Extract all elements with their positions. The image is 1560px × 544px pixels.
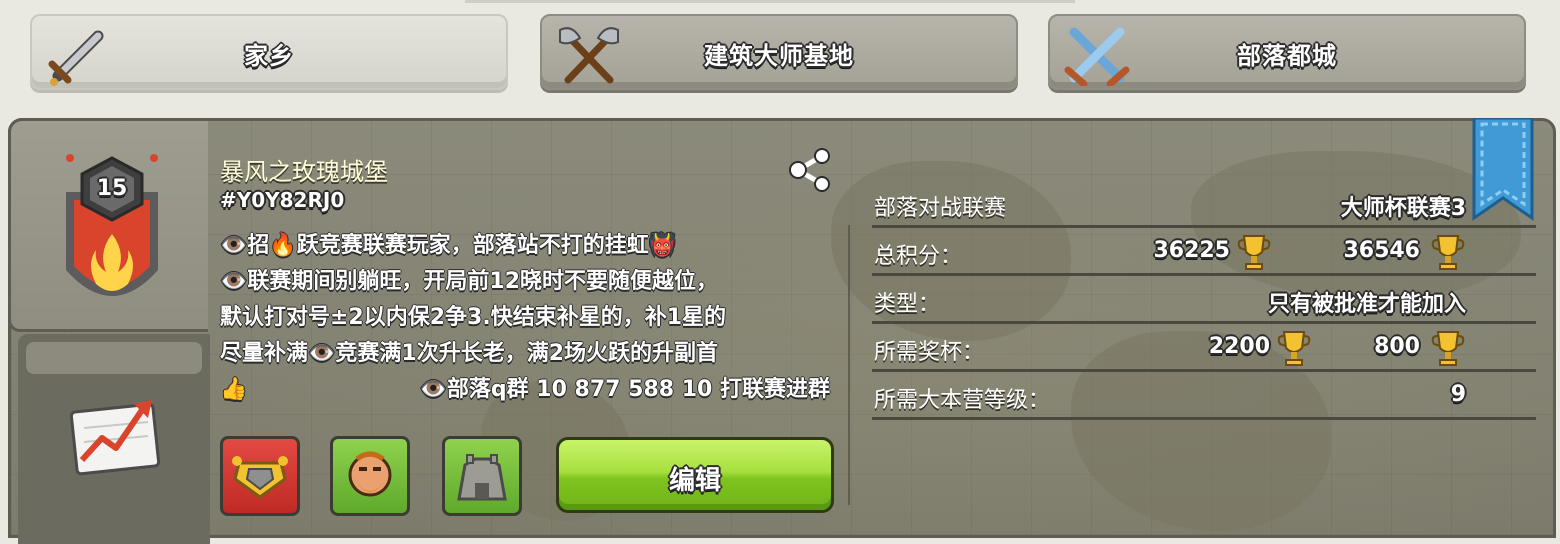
- clan-name: 暴风之玫瑰城堡: [220, 158, 388, 186]
- description-line: 👁️联赛期间别躺旺，开局前12晓时不要随便越位，: [220, 269, 719, 294]
- bookmark-icon[interactable]: [1470, 118, 1536, 222]
- info-row-required-townhall: 所需大本营等级： 9: [872, 372, 1536, 420]
- tab-label: 家乡: [244, 42, 294, 70]
- description-line: 👁️部落q群 10 877 588 10 打联赛进群: [419, 377, 830, 402]
- required-trophies-builder: 800: [1374, 334, 1420, 359]
- progress-chart-icon: [69, 400, 161, 476]
- share-icon[interactable]: [786, 148, 834, 192]
- fortress-icon: [457, 454, 507, 501]
- type-value: 只有被批准才能加入: [1267, 292, 1466, 317]
- tab-label: 部落都城: [1237, 42, 1337, 70]
- tab-label: 建筑大师基地: [704, 42, 854, 70]
- points-builder: 36546: [1343, 238, 1420, 263]
- side-strip: [26, 342, 202, 374]
- edit-button-label: 编辑: [668, 466, 721, 496]
- description-line: 默认打对号±2以内保2争3.快结束补星的，补1星的: [220, 305, 727, 330]
- info-row-type: 类型： 只有被批准才能加入: [872, 276, 1536, 324]
- clan-level: 15: [96, 176, 128, 201]
- required-trophies-label: 所需奖杯：: [874, 340, 985, 365]
- clan-war-league-button[interactable]: [220, 436, 300, 516]
- clan-info-table: 部落对战联赛 大师杯联赛3 总积分： 36225 36546 类型： 只有被批准…: [872, 180, 1536, 420]
- required-townhall-label: 所需大本营等级：: [874, 388, 1051, 413]
- league-shield-icon: [232, 456, 288, 499]
- points-label: 总积分：: [874, 244, 963, 269]
- trophy-icon: [1431, 235, 1465, 270]
- side-tab-stats[interactable]: [18, 334, 210, 544]
- trophy-icon: [1431, 331, 1465, 366]
- info-row-required-trophies: 所需奖杯： 2200 800: [872, 324, 1536, 372]
- description-line: 尽量补满👁️竞赛满1次升长老，满2场火跃的升副首: [220, 341, 719, 366]
- edit-button[interactable]: 编辑: [556, 437, 834, 513]
- type-label: 类型：: [874, 292, 941, 317]
- points-home: 36225: [1153, 238, 1230, 263]
- required-townhall-value: 9: [1450, 382, 1466, 407]
- info-row-points: 总积分： 36225 36546: [872, 228, 1536, 276]
- barbarian-icon: [348, 451, 392, 497]
- league-label: 部落对战联赛: [874, 196, 1007, 221]
- description-line: 👁️招🔥跃竞赛联赛玩家，部落站不打的挂虹👹: [220, 233, 677, 258]
- clan-description: 👁️招🔥跃竞赛联赛玩家，部落站不打的挂虹👹 👁️联赛期间别躺旺，开局前12晓时不…: [220, 228, 840, 408]
- top-edge-line: [465, 0, 1075, 3]
- description-line: 👍: [220, 377, 248, 402]
- trophy-icon: [1237, 235, 1271, 270]
- tab-builder-base[interactable]: 建筑大师基地: [540, 14, 1018, 90]
- league-value: 大师杯联赛3: [1340, 196, 1466, 221]
- tab-clan-capital[interactable]: 部落都城: [1048, 14, 1526, 90]
- clan-capital-button[interactable]: [442, 436, 522, 516]
- info-row-league: 部落对战联赛 大师杯联赛3: [872, 180, 1536, 228]
- trophy-icon: [1277, 331, 1311, 366]
- clan-members-button[interactable]: [330, 436, 410, 516]
- required-trophies-home: 2200: [1208, 334, 1270, 359]
- panel-divider: [848, 225, 850, 505]
- clan-tag: #Y0Y82RJ0: [220, 188, 345, 212]
- tab-home-village[interactable]: 家乡: [30, 14, 508, 90]
